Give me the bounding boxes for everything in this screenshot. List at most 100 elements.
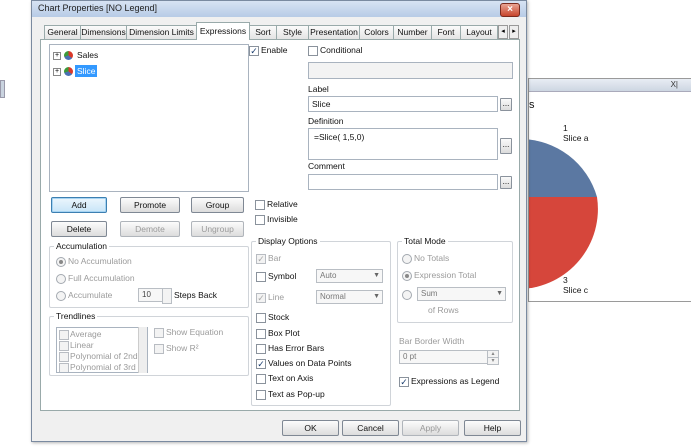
expressions-as-legend-checkbox[interactable] [399, 377, 409, 387]
no-totals-label: No Totals [414, 253, 450, 263]
full-accumulation-radio[interactable] [56, 274, 66, 284]
tab-general[interactable]: General [44, 25, 81, 39]
apply-button[interactable]: Apply [402, 420, 459, 436]
background-chart-title: s [529, 99, 535, 111]
ungroup-button[interactable]: Ungroup [191, 221, 244, 237]
promote-button[interactable]: Promote [120, 197, 180, 213]
pie-slice-blue [529, 139, 597, 197]
box-plot-label: Box Plot [268, 328, 300, 338]
tree-expand-icon[interactable]: + [53, 52, 61, 60]
has-error-bars-label: Has Error Bars [268, 343, 325, 353]
values-on-data-points-checkbox[interactable] [256, 359, 266, 369]
tab-number[interactable]: Number [393, 25, 432, 39]
accumulate-radio[interactable] [56, 291, 66, 301]
dialog-titlebar: Chart Properties [NO Legend] × [32, 1, 526, 17]
show-equation-checkbox[interactable] [154, 328, 164, 338]
tree-item-label-selected: Slice [75, 65, 98, 77]
trendline-item: Polynomial of 3rd d... [70, 362, 148, 372]
line-style-dropdown[interactable]: Normal ▼ [316, 290, 383, 304]
aggregation-dropdown[interactable]: Sum ▼ [417, 287, 506, 301]
background-window-edge [0, 80, 5, 98]
definition-input-value: =Slice( 1,5,0) [314, 132, 365, 142]
tab-sort[interactable]: Sort [249, 25, 277, 39]
tab-font[interactable]: Font [431, 25, 461, 39]
tree-item-sales[interactable]: + Sales [52, 49, 122, 61]
tab-style[interactable]: Style [276, 25, 309, 39]
steps-back-spinner[interactable] [162, 288, 172, 304]
tab-dimensions[interactable]: Dimensions [80, 25, 127, 39]
label-ellipsis-button[interactable]: ... [500, 98, 512, 111]
definition-input[interactable]: =Slice( 1,5,0) [308, 128, 498, 160]
sum-rows-radio[interactable] [402, 290, 412, 300]
trendline-checkbox[interactable] [59, 341, 69, 351]
dialog-title: Chart Properties [NO Legend] [38, 3, 158, 13]
tab-scroll-left-button[interactable]: ◂ [498, 25, 508, 39]
symbol-dropdown[interactable]: Auto ▼ [316, 269, 383, 283]
relative-checkbox[interactable] [255, 200, 265, 210]
bar-border-width-input[interactable]: 0 pt [399, 350, 488, 364]
background-window-close-button[interactable]: X| [671, 80, 678, 89]
demote-button[interactable]: Demote [120, 221, 180, 237]
tree-item-slice[interactable]: + Slice [52, 65, 122, 77]
trendlines-group: Trendlines Average Linear Polynomial of … [49, 311, 249, 376]
symbol-label: Symbol [268, 271, 297, 281]
definition-ellipsis-button[interactable]: ... [500, 138, 512, 154]
comment-ellipsis-button[interactable]: ... [500, 176, 512, 189]
label-input[interactable]: Slice [308, 96, 498, 112]
chevron-down-icon: ▼ [373, 293, 380, 300]
tree-expand-icon[interactable]: + [53, 68, 61, 76]
slice3-value: 3 [563, 275, 568, 285]
bar-checkbox[interactable] [256, 254, 266, 264]
label-caption: Label [308, 84, 329, 94]
show-r2-label: Show R² [166, 343, 199, 353]
trendlines-title: Trendlines [54, 311, 98, 321]
accumulate-label: Accumulate [68, 290, 113, 300]
tab-dimension-limits[interactable]: Dimension Limits [126, 25, 197, 39]
tab-layout[interactable]: Layout [460, 25, 498, 39]
background-window-titlebar: X| [529, 79, 691, 92]
slice3-label: Slice c [563, 285, 589, 295]
has-error-bars-checkbox[interactable] [256, 344, 266, 354]
bar-label: Bar [268, 253, 282, 263]
text-as-popup-checkbox[interactable] [256, 390, 266, 400]
delete-button[interactable]: Delete [51, 221, 107, 237]
tab-colors[interactable]: Colors [359, 25, 394, 39]
box-plot-checkbox[interactable] [256, 329, 266, 339]
ok-button[interactable]: OK [282, 420, 339, 436]
background-chart-window: X| s 1 Slice a 3 Slice c [528, 78, 691, 302]
bar-border-spin-down[interactable]: ▾ [487, 357, 499, 365]
line-style-dropdown-value: Normal [320, 292, 346, 301]
close-button[interactable]: × [500, 3, 520, 17]
trendline-checkbox[interactable] [59, 330, 69, 340]
pie-chart-icon [64, 51, 73, 60]
conditional-input[interactable] [308, 62, 513, 79]
trendlines-scrollbar[interactable] [138, 327, 147, 373]
tab-presentation[interactable]: Presentation [308, 25, 360, 39]
tab-scroll-right-button[interactable]: ▸ [509, 25, 519, 39]
symbol-checkbox[interactable] [256, 272, 266, 282]
trendline-checkbox[interactable] [59, 363, 69, 372]
accumulation-group: Accumulation No Accumulation Full Accumu… [49, 241, 249, 308]
line-checkbox[interactable] [256, 293, 266, 303]
tab-expressions[interactable]: Expressions [196, 22, 250, 40]
cancel-button[interactable]: Cancel [342, 420, 399, 436]
expression-total-radio[interactable] [402, 271, 412, 281]
conditional-checkbox[interactable] [308, 46, 318, 56]
steps-back-input[interactable]: 10 [138, 288, 163, 302]
stock-checkbox[interactable] [256, 313, 266, 323]
trendline-checkbox[interactable] [59, 352, 69, 362]
comment-input[interactable] [308, 174, 498, 190]
text-on-axis-checkbox[interactable] [256, 374, 266, 384]
label-input-value: Slice [312, 99, 331, 109]
trendlines-list[interactable]: Average Linear Polynomial of 2nd d... Po… [56, 327, 148, 373]
group-button[interactable]: Group [191, 197, 244, 213]
enable-checkbox[interactable] [249, 46, 259, 56]
invisible-checkbox[interactable] [255, 215, 265, 225]
show-r2-checkbox[interactable] [154, 344, 164, 354]
trendline-item: Average [70, 329, 102, 339]
background-pie-chart [529, 139, 598, 289]
no-totals-radio[interactable] [402, 254, 412, 264]
add-button[interactable]: Add [51, 197, 107, 213]
no-accumulation-radio[interactable] [56, 257, 66, 267]
help-button[interactable]: Help [464, 420, 521, 436]
